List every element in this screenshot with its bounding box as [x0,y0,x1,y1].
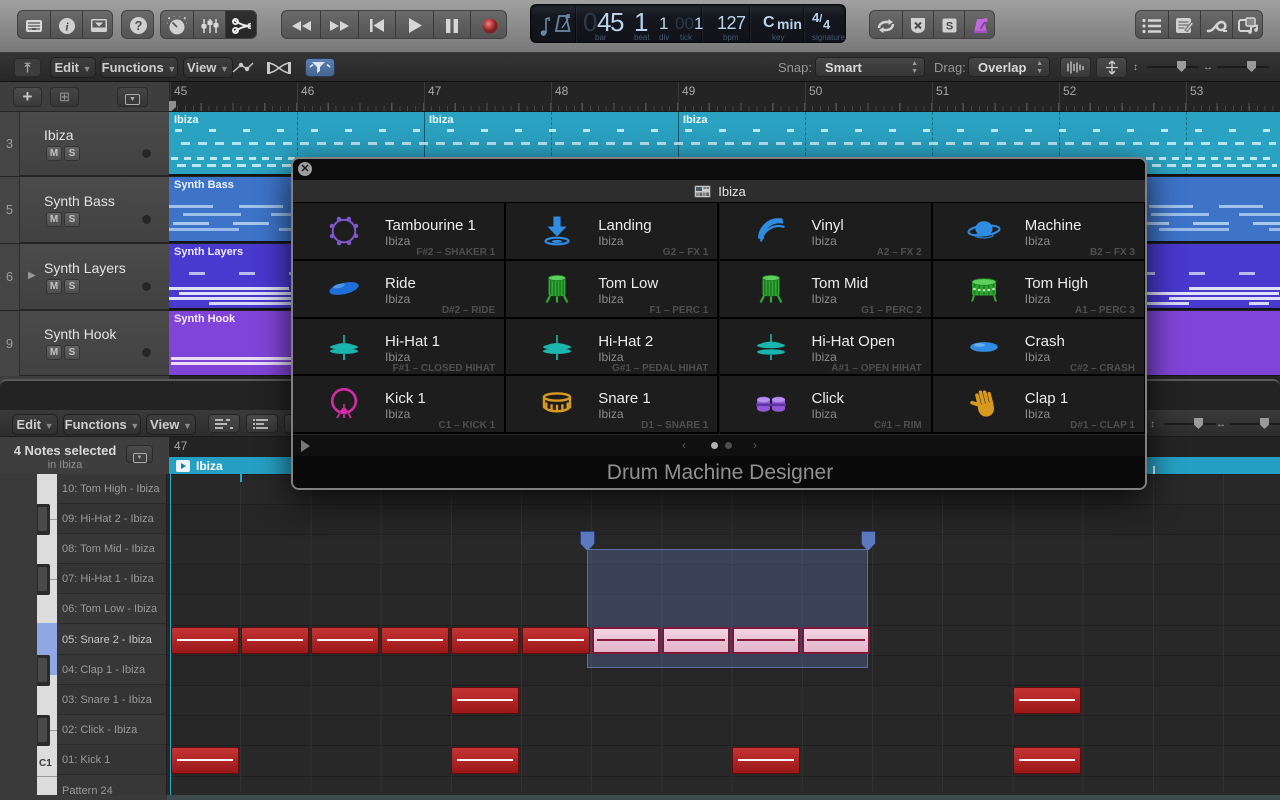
svg-text:?: ? [135,18,143,33]
svg-text:S: S [945,21,952,33]
